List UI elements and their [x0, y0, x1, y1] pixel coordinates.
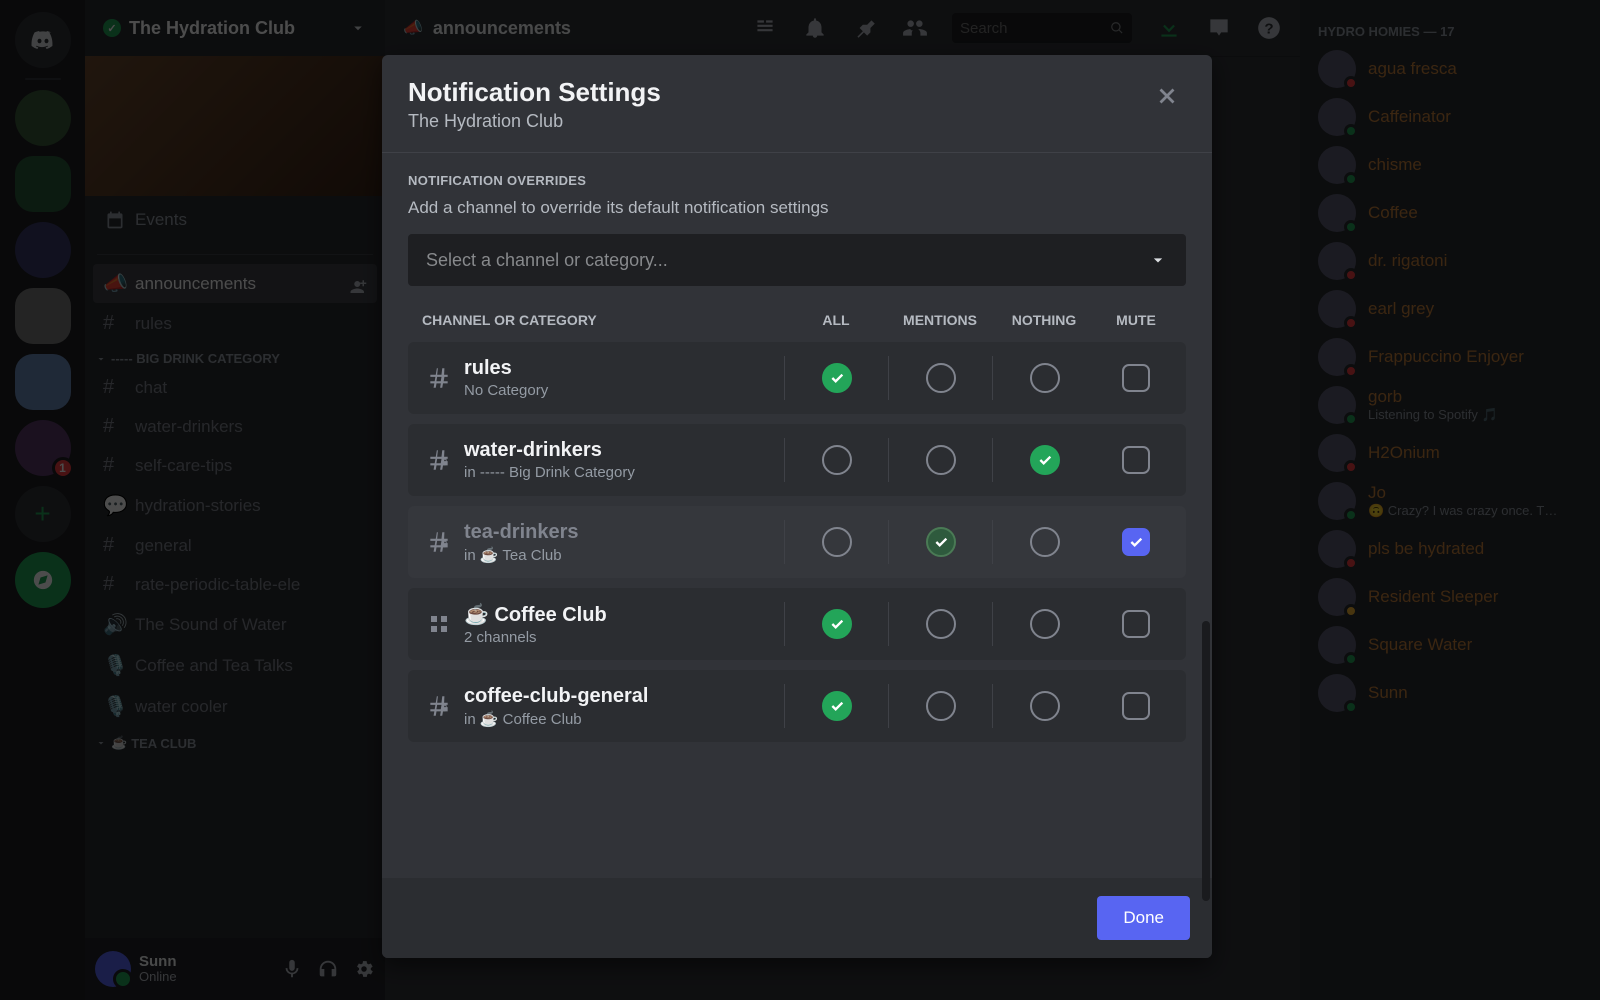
override-name: coffee-club-general	[464, 685, 784, 708]
mute-checkbox[interactable]	[1122, 528, 1150, 556]
radio-nothing[interactable]	[1030, 363, 1060, 393]
override-category: 2 channels	[464, 629, 784, 646]
hash-icon	[422, 365, 456, 391]
radio-mentions[interactable]	[926, 363, 956, 393]
chevron-down-icon	[1148, 250, 1168, 270]
modal-title: Notification Settings	[408, 77, 661, 108]
radio-all[interactable]	[822, 691, 852, 721]
done-button[interactable]: Done	[1097, 896, 1190, 940]
mute-checkbox[interactable]	[1122, 364, 1150, 392]
radio-nothing[interactable]	[1030, 691, 1060, 721]
override-category: in ☕ Coffee Club	[464, 710, 784, 728]
select-placeholder: Select a channel or category...	[426, 250, 668, 271]
radio-mentions[interactable]	[926, 691, 956, 721]
override-row: water-drinkers in ----- Big Drink Categor…	[408, 424, 1186, 496]
radio-all[interactable]	[822, 527, 852, 557]
override-name: water-drinkers	[464, 439, 784, 462]
override-category: in ☕ Tea Club	[464, 546, 784, 564]
override-category: in ----- Big Drink Category	[464, 464, 784, 481]
override-name: rules	[464, 357, 784, 380]
radio-all[interactable]	[822, 445, 852, 475]
hash-lock-icon	[422, 693, 456, 719]
category-icon	[422, 612, 456, 636]
radio-all[interactable]	[822, 609, 852, 639]
notification-settings-modal: Notification Settings The Hydration Club…	[382, 55, 1212, 958]
close-icon	[1154, 83, 1180, 109]
close-button[interactable]	[1148, 77, 1186, 115]
override-name: ☕ Coffee Club	[464, 602, 784, 627]
radio-all[interactable]	[822, 363, 852, 393]
radio-nothing[interactable]	[1030, 527, 1060, 557]
mute-checkbox[interactable]	[1122, 446, 1150, 474]
override-row: ☕ Coffee Club 2 channels	[408, 588, 1186, 660]
override-row: rules No Category	[408, 342, 1186, 414]
mute-checkbox[interactable]	[1122, 610, 1150, 638]
hash-lock-icon	[422, 529, 456, 555]
radio-nothing[interactable]	[1030, 609, 1060, 639]
modal-subtitle: The Hydration Club	[408, 111, 661, 132]
radio-mentions[interactable]	[926, 527, 956, 557]
override-row: tea-drinkers in ☕ Tea Club	[408, 506, 1186, 578]
section-heading: NOTIFICATION OVERRIDES	[408, 173, 1186, 188]
override-row: coffee-club-general in ☕ Coffee Club	[408, 670, 1186, 742]
scrollbar-thumb[interactable]	[1202, 621, 1210, 901]
radio-mentions[interactable]	[926, 445, 956, 475]
override-category: No Category	[464, 382, 784, 399]
override-name: tea-drinkers	[464, 521, 784, 544]
hash-lock-icon	[422, 447, 456, 473]
radio-mentions[interactable]	[926, 609, 956, 639]
channel-select[interactable]: Select a channel or category...	[408, 234, 1186, 286]
radio-nothing[interactable]	[1030, 445, 1060, 475]
override-table-header: CHANNEL OR CATEGORY ALL MENTIONS NOTHING…	[408, 308, 1186, 342]
mute-checkbox[interactable]	[1122, 692, 1150, 720]
section-subtext: Add a channel to override its default no…	[408, 198, 1186, 218]
